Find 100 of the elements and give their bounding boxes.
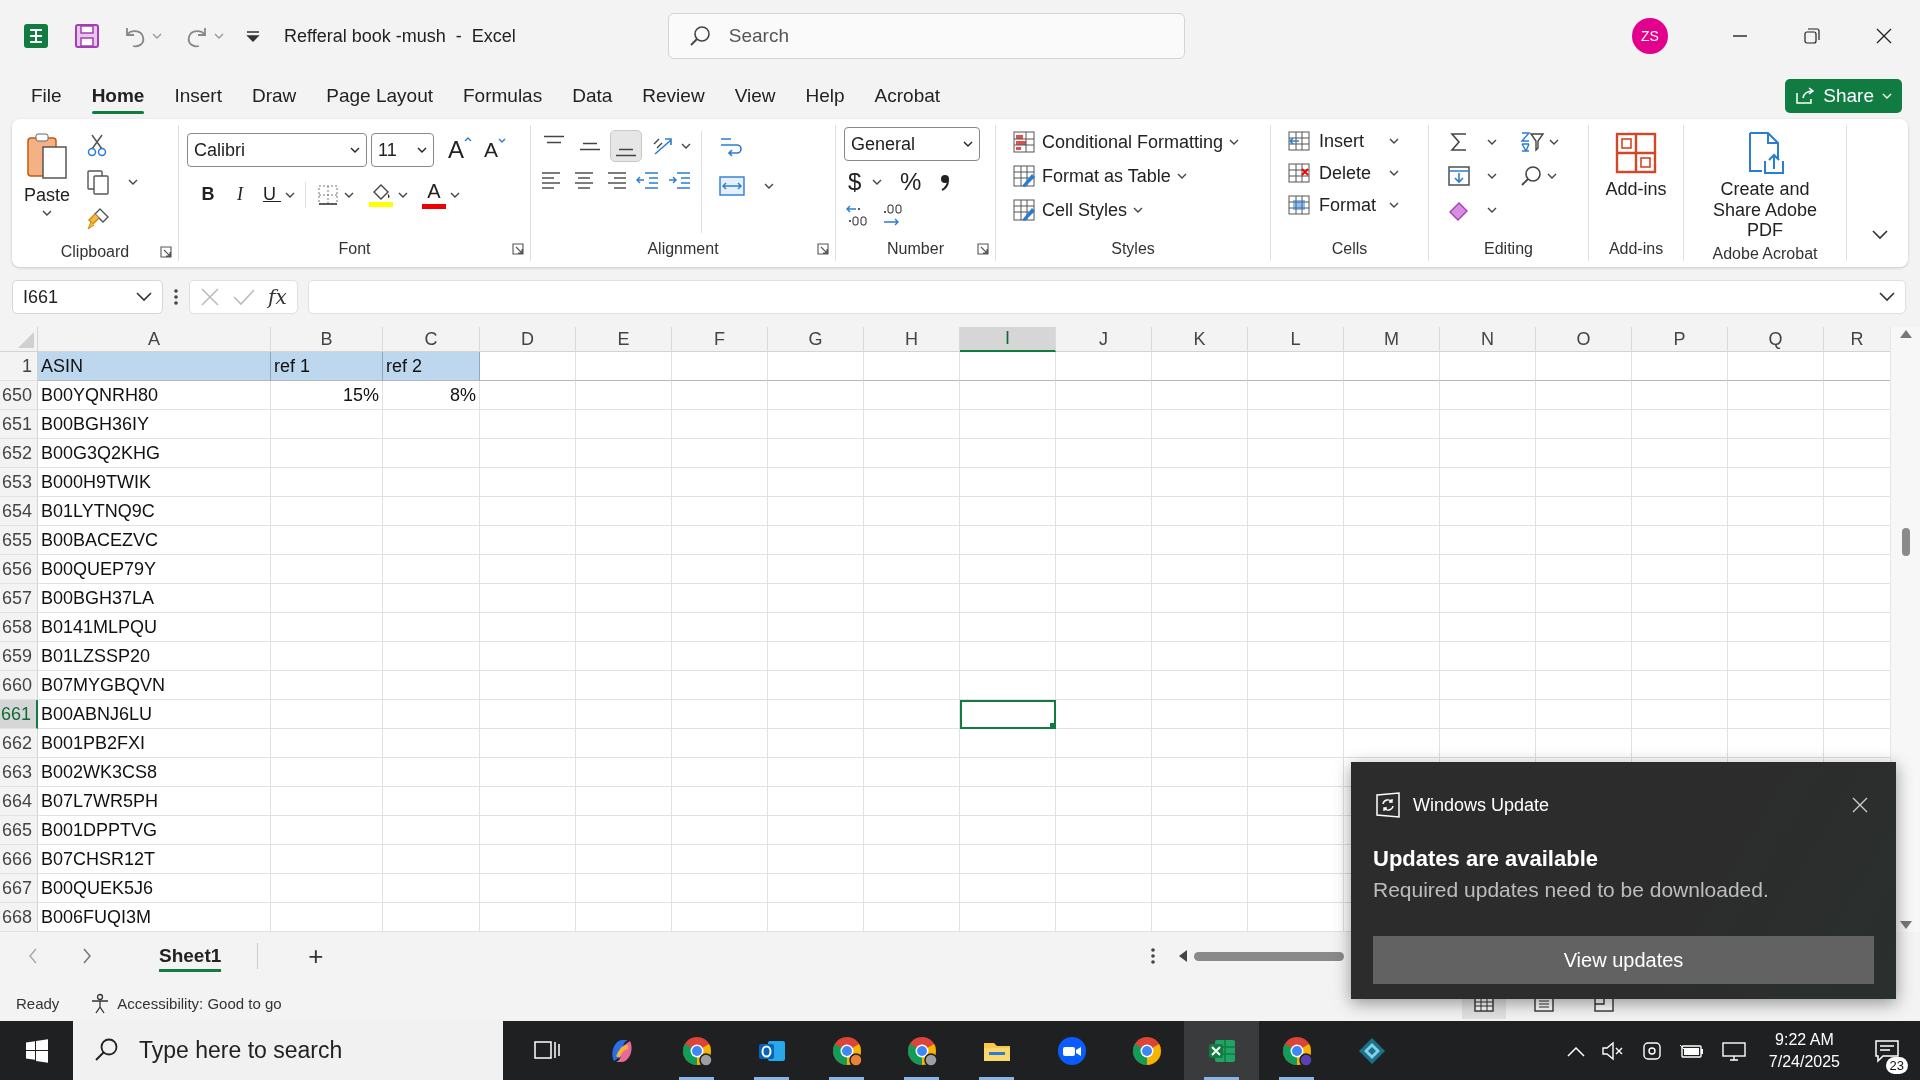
more-icon[interactable] bbox=[173, 287, 179, 307]
row-header[interactable]: 659 bbox=[0, 642, 38, 671]
row-header[interactable]: 661 bbox=[0, 700, 38, 729]
caret-icon[interactable] bbox=[344, 191, 354, 198]
row-header[interactable]: 653 bbox=[0, 468, 38, 497]
row-header[interactable]: 665 bbox=[0, 816, 38, 845]
caret-icon[interactable] bbox=[1487, 139, 1497, 145]
row-header[interactable]: 657 bbox=[0, 584, 38, 613]
ribbon-tab[interactable]: Formulas bbox=[448, 75, 558, 116]
caret-icon[interactable] bbox=[1229, 139, 1240, 145]
decrease-indent-icon[interactable] bbox=[635, 169, 661, 191]
ribbon-tab[interactable]: Home bbox=[76, 75, 160, 116]
column-header[interactable]: Q bbox=[1728, 327, 1824, 352]
row-header[interactable]: 668 bbox=[0, 903, 38, 932]
row-header[interactable]: 660 bbox=[0, 671, 38, 700]
column-header[interactable]: D bbox=[480, 327, 576, 352]
format-cells-button[interactable]: Format bbox=[1283, 191, 1403, 219]
caret-icon[interactable] bbox=[42, 209, 52, 216]
insert-function-button[interactable]: fx bbox=[268, 285, 287, 309]
number-format-dropdown[interactable]: General bbox=[844, 127, 980, 161]
dialog-launcher-icon[interactable] bbox=[817, 243, 829, 255]
caret-icon[interactable] bbox=[450, 191, 460, 198]
formula-field[interactable] bbox=[307, 280, 1906, 314]
share-button[interactable]: Share bbox=[1785, 78, 1902, 113]
save-icon[interactable] bbox=[74, 23, 100, 49]
paste-button[interactable]: Paste bbox=[20, 127, 75, 237]
increase-indent-icon[interactable] bbox=[667, 169, 693, 191]
caret-icon[interactable] bbox=[764, 183, 774, 189]
caret-icon[interactable] bbox=[128, 179, 139, 185]
italic-button[interactable]: I bbox=[227, 181, 253, 208]
bottom-align-button[interactable] bbox=[611, 131, 641, 161]
caret-icon[interactable] bbox=[1546, 173, 1557, 179]
caret-icon[interactable] bbox=[417, 147, 427, 153]
increase-font-button[interactable]: A bbox=[444, 133, 476, 167]
check-icon[interactable] bbox=[232, 287, 256, 307]
caret-icon[interactable] bbox=[1176, 173, 1187, 179]
row-header[interactable]: 658 bbox=[0, 613, 38, 642]
format-as-table-button[interactable]: Format as Table bbox=[1008, 161, 1262, 191]
notification-center-button[interactable]: 23 bbox=[1862, 1021, 1912, 1080]
ribbon-tab[interactable]: Draw bbox=[236, 75, 312, 116]
column-header[interactable]: N bbox=[1440, 327, 1536, 352]
font-color-button[interactable]: A bbox=[418, 177, 464, 212]
cell-styles-button[interactable]: Cell Styles bbox=[1008, 195, 1262, 225]
caret-icon[interactable] bbox=[1548, 139, 1559, 145]
dialog-launcher-icon[interactable] bbox=[512, 243, 524, 255]
column-header[interactable]: R bbox=[1824, 327, 1890, 352]
column-header[interactable]: L bbox=[1248, 327, 1344, 352]
ribbon-tab[interactable]: View bbox=[719, 75, 791, 116]
taskbar-search-field[interactable]: Type here to search bbox=[73, 1021, 503, 1080]
chevron-down-icon[interactable] bbox=[136, 292, 152, 302]
view-updates-button[interactable]: View updates bbox=[1373, 936, 1874, 984]
dialog-launcher-icon[interactable] bbox=[160, 246, 172, 258]
ribbon-tab[interactable]: Insert bbox=[159, 75, 237, 116]
caret-icon[interactable] bbox=[1487, 207, 1497, 213]
column-header[interactable]: M bbox=[1344, 327, 1440, 352]
vertical-scrollbar[interactable] bbox=[1890, 327, 1920, 932]
caret-icon[interactable] bbox=[1389, 202, 1399, 208]
customize-toolbar-icon[interactable] bbox=[246, 30, 260, 42]
row-header[interactable]: 650 bbox=[0, 381, 38, 410]
delete-cells-button[interactable]: Delete bbox=[1283, 159, 1403, 187]
next-sheet-icon[interactable] bbox=[82, 948, 92, 964]
decrease-font-button[interactable]: A bbox=[480, 135, 511, 165]
column-header[interactable]: O bbox=[1536, 327, 1632, 352]
name-box[interactable]: I661 bbox=[12, 280, 163, 314]
column-header[interactable]: F bbox=[672, 327, 768, 352]
caret-icon[interactable] bbox=[681, 143, 691, 149]
row-header[interactable]: 651 bbox=[0, 410, 38, 439]
active-cell[interactable] bbox=[960, 700, 1056, 729]
row-header[interactable]: 656 bbox=[0, 555, 38, 584]
row-header[interactable]: 652 bbox=[0, 439, 38, 468]
row-header[interactable]: 663 bbox=[0, 758, 38, 787]
currency-button[interactable]: $ bbox=[844, 165, 886, 199]
column-header[interactable]: E bbox=[576, 327, 672, 352]
ribbon-tab[interactable]: File bbox=[16, 75, 77, 116]
add-sheet-button[interactable]: + bbox=[308, 940, 324, 972]
more-icon[interactable] bbox=[1150, 946, 1156, 966]
percent-button[interactable]: % bbox=[896, 165, 926, 199]
row-header[interactable]: 662 bbox=[0, 729, 38, 758]
caret-icon[interactable] bbox=[1133, 207, 1144, 213]
caret-icon[interactable] bbox=[398, 191, 408, 198]
row-header[interactable]: 1 bbox=[0, 352, 38, 381]
font-name-dropdown[interactable]: Calibri bbox=[187, 133, 367, 167]
add-ins-button[interactable]: Add-ins bbox=[1601, 127, 1671, 237]
font-size-dropdown[interactable]: 11 bbox=[371, 133, 434, 167]
column-header[interactable]: I bbox=[960, 327, 1056, 352]
bold-button[interactable]: B bbox=[195, 181, 221, 208]
row-header[interactable]: 655 bbox=[0, 526, 38, 555]
column-header[interactable]: G bbox=[768, 327, 864, 352]
sheet-tab[interactable]: Sheet1 bbox=[147, 936, 234, 976]
ribbon-tab[interactable]: Acrobat bbox=[859, 75, 956, 116]
scrollbar-thumb[interactable] bbox=[1901, 528, 1910, 556]
ribbon-tab[interactable]: Data bbox=[557, 75, 628, 116]
caret-icon[interactable] bbox=[1389, 138, 1399, 144]
ribbon-tab[interactable]: Review bbox=[627, 75, 720, 116]
column-header[interactable]: J bbox=[1056, 327, 1152, 352]
chevron-up-icon[interactable] bbox=[1566, 1044, 1585, 1057]
row-header[interactable]: 666 bbox=[0, 845, 38, 874]
conditional-formatting-button[interactable]: Conditional Formatting bbox=[1008, 127, 1262, 157]
insert-cells-button[interactable]: Insert bbox=[1283, 127, 1403, 155]
muted-speaker-icon[interactable] bbox=[1600, 1039, 1625, 1062]
